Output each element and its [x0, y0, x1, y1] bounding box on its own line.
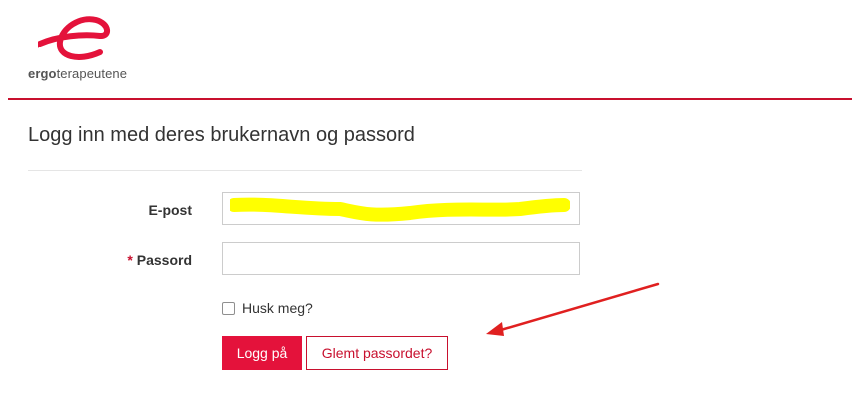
page-title: Logg inn med deres brukernavn og passord	[28, 124, 415, 146]
title-divider	[28, 170, 582, 171]
remember-me-label[interactable]: Husk meg?	[242, 300, 313, 316]
logo-wordmark: ergoterapeutene	[28, 66, 128, 81]
password-label: * Passord	[127, 252, 192, 268]
email-field[interactable]	[222, 192, 580, 225]
email-label: E-post	[148, 202, 192, 218]
password-field[interactable]	[222, 242, 580, 275]
brand-logo[interactable]: ergoterapeutene	[28, 14, 138, 84]
remember-me-checkbox[interactable]	[222, 302, 235, 315]
annotation-arrow	[486, 282, 660, 336]
login-button[interactable]: Logg på	[222, 336, 302, 370]
required-marker: *	[127, 252, 133, 268]
logo-e-mark	[38, 16, 110, 60]
header-divider	[8, 98, 852, 100]
forgot-password-button[interactable]: Glemt passordet?	[306, 336, 448, 370]
